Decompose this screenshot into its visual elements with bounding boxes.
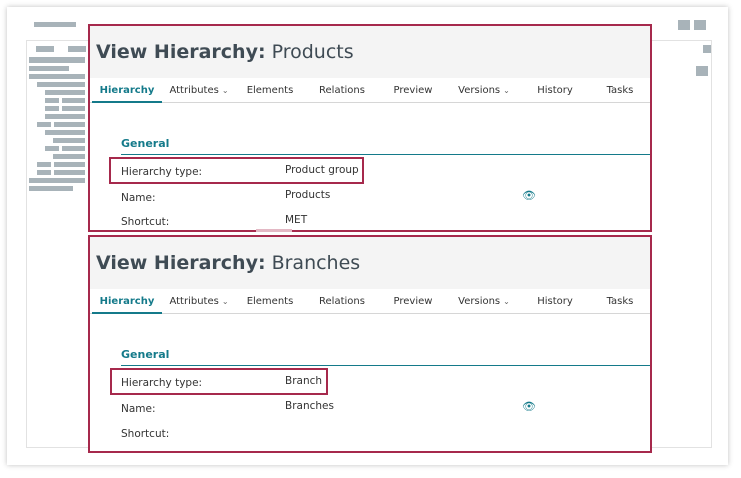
tree-node-placeholder [29,186,73,191]
tree-node-placeholder [62,98,85,103]
tab-attributes[interactable]: Attributes ⌄ [164,289,234,313]
view-hierarchy-panel-branches: View Hierarchy: Branches Hierarchy Attri… [88,235,652,453]
tab-tasks[interactable]: Tasks [590,78,650,102]
tab-tasks[interactable]: Tasks [590,289,650,313]
window-control-placeholder [678,20,690,30]
tree-node-placeholder [54,162,85,167]
tree-node-placeholder [53,154,85,159]
tab-hierarchy[interactable]: Hierarchy [90,289,164,314]
tree-node-placeholder [45,130,85,135]
tree-node-placeholder [37,170,51,175]
tab-history[interactable]: History [520,289,590,313]
name-label: Name: [121,403,156,415]
tree-node-placeholder [62,106,85,111]
chevron-down-icon: ⌄ [221,296,229,306]
shortcut-label: Shortcut: [121,216,170,228]
tab-bar: Hierarchy Attributes ⌄ Elements Relations… [90,78,650,103]
shortcut-value: MET [285,214,308,226]
chevron-down-icon: ⌄ [503,85,510,95]
tab-versions[interactable]: Versions ⌄ [448,289,520,313]
hierarchy-type-label: Hierarchy type: [121,377,203,389]
eye-icon[interactable]: 👁 [522,189,536,202]
tab-elements[interactable]: Elements [234,289,306,313]
tree-node-placeholder [37,122,51,127]
section-divider [121,154,650,155]
hierarchy-type-label: Hierarchy type: [121,166,203,178]
shortcut-label: Shortcut: [121,428,170,440]
eye-icon[interactable]: 👁 [522,400,536,413]
scroll-placeholder [703,45,711,53]
tab-attributes[interactable]: Attributes ⌄ [164,78,234,102]
tree-node-placeholder [29,66,69,71]
page-title-prefix: View Hierarchy: [96,252,266,274]
tree-node-placeholder [29,74,85,79]
tree-node-placeholder [45,90,85,95]
name-value: Products [285,189,331,201]
tab-bar: Hierarchy Attributes ⌄ Elements Relations… [90,289,650,314]
tree-node-placeholder [45,146,59,151]
tab-preview[interactable]: Preview [378,289,448,313]
tab-hierarchy[interactable]: Hierarchy [90,78,164,103]
tab-history[interactable]: History [520,78,590,102]
chevron-down-icon: ⌄ [503,296,510,306]
section-title-general: General [121,348,170,361]
nav-tab-placeholder [68,46,86,52]
page-title-name: Products [271,41,354,63]
section-divider [121,365,650,366]
app-logo-placeholder [34,22,76,27]
tree-node-placeholder [37,82,85,87]
tree-node-placeholder [29,178,85,183]
hierarchy-type-value: Product group [285,164,359,176]
tab-elements[interactable]: Elements [234,78,306,102]
name-label: Name: [121,192,156,204]
page-title-name: Branches [271,252,361,274]
tree-node-placeholder [62,146,85,151]
tree-node-placeholder [37,162,51,167]
view-hierarchy-panel-products: View Hierarchy: Products Hierarchy Attri… [88,24,652,232]
page-title-prefix: View Hierarchy: [96,41,266,63]
tab-relations[interactable]: Relations [306,78,378,102]
tree-node-placeholder [54,170,85,175]
section-title-general: General [121,137,170,150]
tab-versions[interactable]: Versions ⌄ [448,78,520,102]
name-value: Branches [285,400,334,412]
tree-node-placeholder [45,98,59,103]
tab-preview[interactable]: Preview [378,78,448,102]
tree-node-placeholder [53,138,85,143]
window-control-placeholder [694,20,706,30]
hierarchy-type-value: Branch [285,375,323,387]
panel-header: View Hierarchy: Products [90,26,650,78]
tree-node-placeholder [45,114,85,119]
tab-relations[interactable]: Relations [306,289,378,313]
toolbar-placeholder [696,66,708,76]
panel-header: View Hierarchy: Branches [90,237,650,289]
tree-node-placeholder [29,57,85,63]
tree-node-placeholder [45,106,59,111]
panel-separator [256,229,292,232]
chevron-down-icon: ⌄ [221,85,229,95]
nav-tab-placeholder [36,46,54,52]
tree-node-placeholder [54,122,85,127]
